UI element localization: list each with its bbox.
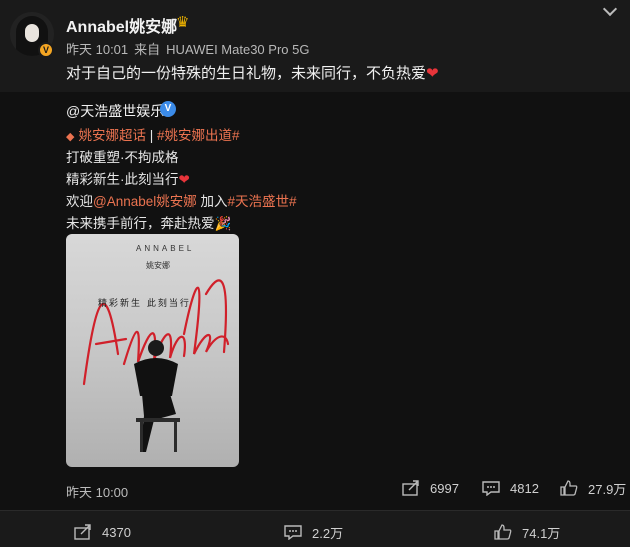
repost-line-3-text: 精彩新生·此刻当行: [66, 172, 179, 187]
welcome-prefix: 欢迎: [66, 194, 93, 209]
party-popper-emoji: 🎉: [214, 216, 232, 231]
avatar-face: [25, 24, 39, 42]
poster-figure: [134, 340, 180, 452]
post-source[interactable]: HUAWEI Mate30 Pro 5G: [166, 42, 309, 57]
repost-line-3: 精彩新生·此刻当行❤: [66, 168, 190, 188]
repost-line-2: 打破重塑·不拘成格: [66, 150, 179, 165]
comment-button[interactable]: 2.2万: [284, 522, 343, 542]
verified-blue-icon: V: [160, 101, 176, 117]
repost-line-5-text: 未来携手前行，奔赴热爱: [66, 216, 215, 231]
thumbs-up-icon: [560, 480, 578, 496]
repost-line-5: 未来携手前行，奔赴热爱🎉: [66, 212, 231, 232]
repost-like-button[interactable]: 27.9万: [560, 478, 626, 498]
supertopic-link[interactable]: 姚安娜超话: [78, 128, 146, 143]
forward-button[interactable]: 4370: [74, 522, 131, 542]
weibo-post-card: V Annabel姚安娜 ♛ 昨天 10:01 来自 HUAWEI Mate30 P…: [0, 0, 630, 547]
repost-forward-button[interactable]: 6997: [402, 478, 459, 498]
mention-link[interactable]: @Annabel姚安娜: [93, 194, 197, 209]
like-button[interactable]: 74.1万: [494, 522, 560, 542]
repost-comment-button[interactable]: 4812: [482, 478, 539, 498]
forward-icon: [402, 480, 419, 496]
forward-count: 4370: [102, 524, 131, 540]
verified-badge-icon: V: [38, 42, 54, 58]
repost-line-tags: ◆ 姚安娜超话 | #姚安娜出道#: [66, 124, 240, 144]
repost-forward-count: 6997: [430, 480, 459, 496]
repost-comment-count: 4812: [510, 480, 539, 496]
heart-emoji: ❤: [178, 172, 190, 187]
tag-separator: |: [149, 128, 154, 143]
post-text: 对于自己的一份特殊的生日礼物，未来同行，不负热爱❤: [66, 62, 439, 83]
repost-like-count: 27.9万: [588, 481, 627, 497]
chevron-down-icon[interactable]: [604, 4, 618, 14]
thumbs-up-icon: [494, 524, 512, 540]
poster-image[interactable]: ANNABEL 姚安娜 精彩新生 此刻当行: [66, 234, 239, 467]
comment-icon: [284, 525, 302, 540]
hashtag-debut-link[interactable]: #姚安娜出道#: [157, 128, 240, 143]
join-text: 加入: [196, 194, 228, 209]
source-prefix: 来自: [134, 42, 161, 57]
repost-author-link[interactable]: @天浩盛世娱乐: [66, 101, 164, 121]
post-time[interactable]: 昨天 10:01: [66, 42, 128, 57]
post-meta: 昨天 10:01 来自 HUAWEI Mate30 Pro 5G: [66, 39, 315, 58]
comment-icon: [482, 481, 500, 496]
like-count: 74.1万: [522, 525, 561, 541]
supertopic-diamond-icon: ◆: [66, 131, 75, 143]
forward-icon: [74, 524, 91, 540]
hashtag-company-link[interactable]: #天浩盛世#: [228, 194, 297, 209]
repost-time[interactable]: 昨天 10:00: [66, 482, 128, 501]
poster-slogan: 精彩新生 此刻当行: [98, 299, 191, 309]
crown-icon: ♛: [176, 14, 190, 31]
repost-line-4: 欢迎@Annabel姚安娜 加入#天浩盛世#: [66, 190, 297, 210]
username-link[interactable]: Annabel姚安娜: [66, 13, 177, 37]
heart-emoji: ❤: [426, 65, 439, 82]
comment-count: 2.2万: [312, 525, 344, 541]
post-text-content: 对于自己的一份特殊的生日礼物，未来同行，不负热爱: [66, 65, 427, 82]
